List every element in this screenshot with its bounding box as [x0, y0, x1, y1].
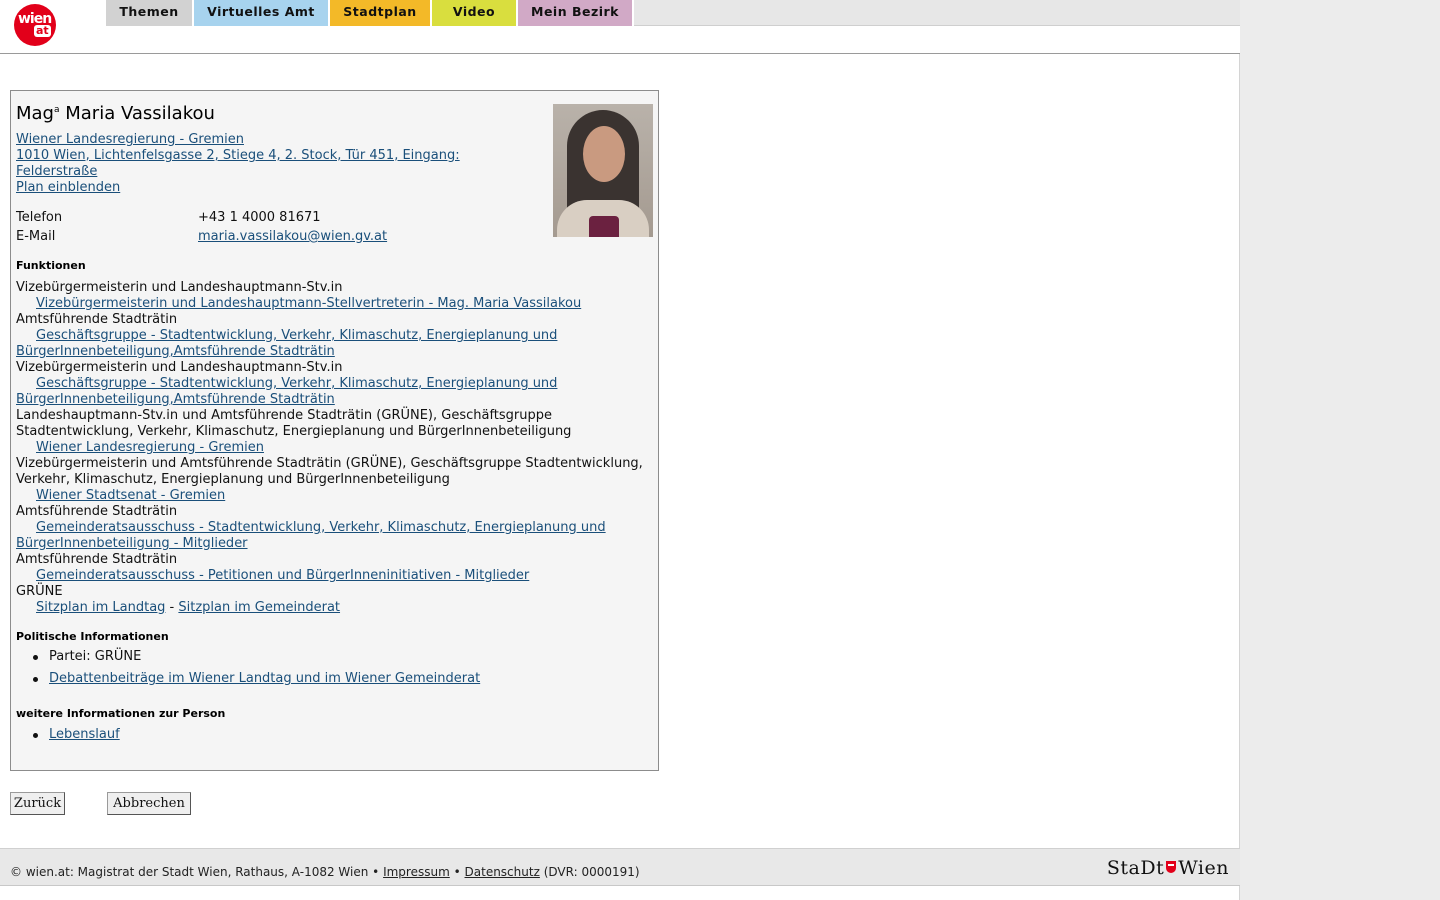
person-photo	[553, 104, 653, 237]
wien-shield-icon	[1166, 861, 1177, 873]
further-info-list: Lebenslauf	[33, 724, 120, 746]
phone-row: Telefon +43 1 4000 81671	[16, 210, 321, 225]
cv-link[interactable]: Lebenslauf	[49, 727, 120, 742]
tab-stadtplan[interactable]: Stadtplan	[330, 0, 432, 26]
page: wien at Themen Virtuelles Amt Stadtplan …	[0, 0, 1240, 900]
tab-video[interactable]: Video	[432, 0, 518, 26]
address-block: Wiener Landesregierung - Gremien 1010 Wi…	[16, 132, 460, 196]
photo-face	[583, 126, 625, 182]
cancel-button[interactable]: Abbrechen	[107, 792, 191, 815]
photo-top	[589, 216, 619, 237]
logo-word-wien: Wien	[1178, 857, 1229, 879]
function-label: Vizebürgermeisterin und Landeshauptmann-…	[16, 360, 343, 375]
site-header: wien at Themen Virtuelles Amt Stadtplan …	[0, 0, 1240, 54]
function-link[interactable]: Geschäftsgruppe - Stadtentwicklung, Verk…	[16, 328, 644, 360]
footer-bullet: •	[453, 865, 461, 879]
person-name: Maga Maria Vassilakou	[16, 103, 215, 124]
footer-dvr: (DVR: 0000191)	[543, 865, 640, 879]
function-label: Amtsführende Stadträtin	[16, 312, 178, 327]
address-line1: 1010 Wien, Lichtenfelsgasse 2, Stiege 4,…	[16, 148, 460, 163]
logo-word-stadt: StaDt	[1106, 857, 1165, 879]
tab-themen[interactable]: Themen	[106, 0, 194, 26]
plan-link[interactable]: Plan einblenden	[16, 180, 460, 196]
seat-plan-row: Sitzplan im Landtag - Sitzplan im Gemein…	[16, 600, 644, 616]
site-footer: © wien.at: Magistrat der Stadt Wien, Rat…	[0, 848, 1240, 886]
tab-mein-bezirk[interactable]: Mein Bezirk	[518, 0, 634, 26]
function-label: Landeshauptmann-Stv.in und Amtsführende …	[16, 408, 572, 439]
function-link[interactable]: Geschäftsgruppe - Stadtentwicklung, Verk…	[16, 376, 644, 408]
function-link[interactable]: Vizebürgermeisterin und Landeshauptmann-…	[16, 296, 644, 312]
list-item: Lebenslauf	[33, 724, 120, 746]
function-link[interactable]: Gemeinderatsausschuss - Stadtentwicklung…	[16, 520, 644, 552]
seat-plan-landtag-link[interactable]: Sitzplan im Landtag	[36, 600, 165, 615]
footer-copyright: © wien.at: Magistrat der Stadt Wien, Rat…	[10, 865, 380, 879]
email-link[interactable]: maria.vassilakou@wien.gv.at	[198, 229, 387, 244]
phone-label: Telefon	[16, 210, 63, 225]
political-info-list: Partei: GRÜNE Debattenbeiträge im Wiener…	[33, 646, 480, 690]
function-link[interactable]: Gemeinderatsausschuss - Petitionen und B…	[16, 568, 644, 584]
list-item: Partei: GRÜNE	[33, 646, 480, 668]
functions-list: Vizebürgermeisterin und Landeshauptmann-…	[16, 280, 644, 616]
function-link[interactable]: Wiener Stadtsenat - Gremien	[16, 488, 644, 504]
org-link[interactable]: Wiener Landesregierung - Gremien	[16, 132, 460, 148]
main-navigation: Themen Virtuelles Amt Stadtplan Video Me…	[106, 0, 1240, 26]
name-text: Maria Vassilakou	[65, 103, 215, 124]
debate-link[interactable]: Debattenbeiträge im Wiener Landtag und i…	[49, 671, 480, 686]
tab-virtuelles-amt[interactable]: Virtuelles Amt	[194, 0, 330, 26]
back-button[interactable]: Zurück	[10, 792, 65, 815]
person-detail-card: Maga Maria Vassilakou Wiener Landesregie…	[10, 90, 659, 771]
further-info-heading: weitere Informationen zur Person	[16, 707, 226, 720]
wien-at-logo[interactable]: wien at	[14, 4, 56, 46]
title-sup: a	[54, 105, 60, 115]
seat-plan-separator: -	[165, 600, 179, 615]
email-label: E-Mail	[16, 229, 56, 244]
footer-text: © wien.at: Magistrat der Stadt Wien, Rat…	[10, 865, 640, 879]
party-label: GRÜNE	[16, 584, 63, 599]
address-line2: Felderstraße	[16, 164, 98, 179]
list-item: Debattenbeiträge im Wiener Landtag und i…	[33, 668, 480, 690]
functions-heading: Funktionen	[16, 259, 86, 272]
title-prefix: Mag	[16, 103, 54, 124]
function-link[interactable]: Wiener Landesregierung - Gremien	[16, 440, 644, 456]
party-text: Partei: GRÜNE	[49, 649, 142, 664]
impressum-link[interactable]: Impressum	[383, 865, 450, 879]
phone-value: +43 1 4000 81671	[198, 210, 321, 225]
email-row: E-Mail maria.vassilakou@wien.gv.at	[16, 229, 387, 244]
function-label: Vizebürgermeisterin und Landeshauptmann-…	[16, 280, 343, 295]
seat-plan-gemeinderat-link[interactable]: Sitzplan im Gemeinderat	[178, 600, 340, 615]
political-info-heading: Politische Informationen	[16, 630, 169, 643]
function-label: Amtsführende Stadträtin	[16, 552, 178, 567]
address-link[interactable]: 1010 Wien, Lichtenfelsgasse 2, Stiege 4,…	[16, 148, 460, 180]
stadt-wien-logo[interactable]: StaDt Wien	[1107, 857, 1229, 879]
datenschutz-link[interactable]: Datenschutz	[465, 865, 540, 879]
function-label: Vizebürgermeisterin und Amtsführende Sta…	[16, 456, 643, 487]
function-label: Amtsführende Stadträtin	[16, 504, 178, 519]
logo-suffix: at	[34, 24, 51, 37]
